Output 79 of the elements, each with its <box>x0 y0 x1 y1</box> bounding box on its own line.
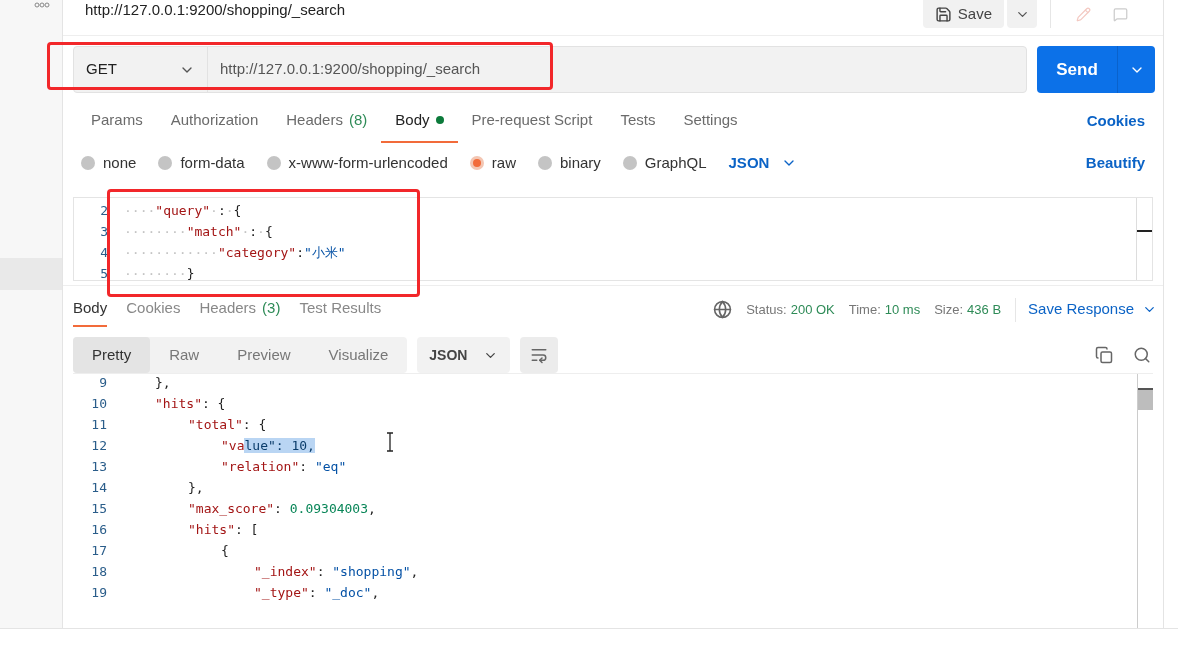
status-label: Status: <box>746 300 787 319</box>
code-line: "hits": [ <box>188 520 259 539</box>
response-tab[interactable]: Body <box>73 292 108 327</box>
code-line: "max_score": 0.09304003, <box>188 499 376 518</box>
beautify-button[interactable]: Beautify <box>1085 151 1145 175</box>
save-icon <box>934 5 952 23</box>
radio-option[interactable]: binary <box>537 151 601 175</box>
request-tab[interactable]: Authorization <box>156 99 273 143</box>
line-number: 18 <box>90 562 108 581</box>
line-number: 4 <box>99 243 109 262</box>
line-number: 5 <box>99 264 109 283</box>
scrollbar-thumb <box>1138 388 1153 410</box>
line-number: 14 <box>90 478 108 497</box>
request-tab[interactable]: Pre-request Script <box>457 99 607 143</box>
code-line: ····"query"·:·{ <box>124 201 242 220</box>
time-label: Time: <box>848 300 881 319</box>
code-line: { <box>221 541 229 560</box>
view-mode-tab[interactable]: Preview <box>218 337 310 373</box>
line-number: 13 <box>90 457 108 476</box>
line-number: 12 <box>90 436 108 455</box>
search-icon <box>1133 346 1151 364</box>
view-mode-tab[interactable]: Visualize <box>309 337 408 373</box>
request-tab[interactable]: Settings <box>669 99 752 143</box>
copy-icon <box>1095 346 1113 364</box>
code-line: "value": 10, <box>221 436 315 455</box>
code-line: "hits": { <box>155 394 226 413</box>
code-line: ········"match"·:·{ <box>124 222 273 241</box>
response-tab[interactable]: Test Results <box>299 292 382 327</box>
line-number: 10 <box>90 394 108 413</box>
cookies-link[interactable]: Cookies <box>1086 109 1153 133</box>
request-tab[interactable]: Tests <box>606 99 670 143</box>
radio-option[interactable]: x-www-form-urlencoded <box>266 151 448 175</box>
code-line: "relation": "eq" <box>221 457 347 476</box>
url-field[interactable]: http://127.0.0.1:9200/shopping/_search <box>208 47 493 92</box>
format-select[interactable]: JSON <box>728 151 798 175</box>
code-line: "_type": "_doc", <box>254 583 380 602</box>
code-line: ············"category":"小米" <box>124 243 346 262</box>
method-select[interactable]: GET <box>74 47 208 92</box>
radio-option[interactable]: raw <box>469 151 516 175</box>
request-tab[interactable]: Headers (8) <box>272 99 382 143</box>
save-menu-button[interactable] <box>1007 0 1037 28</box>
size-value: 436 B <box>967 300 1002 319</box>
line-number: 16 <box>90 520 108 539</box>
line-number: 19 <box>90 583 108 602</box>
radio-option[interactable]: GraphQL <box>622 151 707 175</box>
text-cursor-icon <box>385 432 395 452</box>
wrap-button[interactable] <box>520 337 559 373</box>
status-value: 200 OK <box>790 300 835 319</box>
code-line: "_index": "shopping", <box>254 562 419 581</box>
request-tab[interactable]: Body <box>381 99 458 143</box>
request-title: http://127.0.0.1:9200/shopping/_search <box>85 0 346 20</box>
view-mode-tab[interactable]: Pretty <box>73 337 151 373</box>
response-tab[interactable]: Cookies <box>126 292 181 327</box>
request-editor[interactable]: 2 ····"query"·:·{ 3 ········"match"·:·{ 4 ············"category":"小米" 5 ········} <box>73 197 1153 281</box>
line-number: 15 <box>90 499 108 518</box>
code-line: }, <box>188 478 204 497</box>
line-number: 9 <box>98 374 108 392</box>
comment-icon <box>1112 6 1128 22</box>
more-icon[interactable] <box>34 2 50 8</box>
response-tab[interactable]: Headers (3) <box>199 292 281 327</box>
globe-icon <box>713 300 733 319</box>
response-format-select[interactable]: JSON <box>417 337 511 373</box>
code-line: }, <box>155 374 171 392</box>
line-number: 17 <box>90 541 108 560</box>
request-tab[interactable]: Params <box>77 99 157 143</box>
radio-option[interactable]: none <box>81 151 137 175</box>
code-line: ········} <box>124 264 195 283</box>
code-line: "total": { <box>188 415 267 434</box>
view-mode-tab[interactable]: Raw <box>150 337 219 373</box>
line-number: 11 <box>90 415 108 434</box>
line-number: 3 <box>99 222 109 241</box>
radio-option[interactable]: form-data <box>158 151 245 175</box>
size-label: Size: <box>934 300 964 319</box>
save-response-button[interactable]: Save Response <box>1028 298 1157 321</box>
time-value: 10 ms <box>884 300 921 319</box>
wrap-icon <box>530 346 549 364</box>
pencil-icon <box>1075 6 1091 22</box>
save-button[interactable]: Save <box>922 0 1004 28</box>
line-number: 2 <box>99 201 109 220</box>
